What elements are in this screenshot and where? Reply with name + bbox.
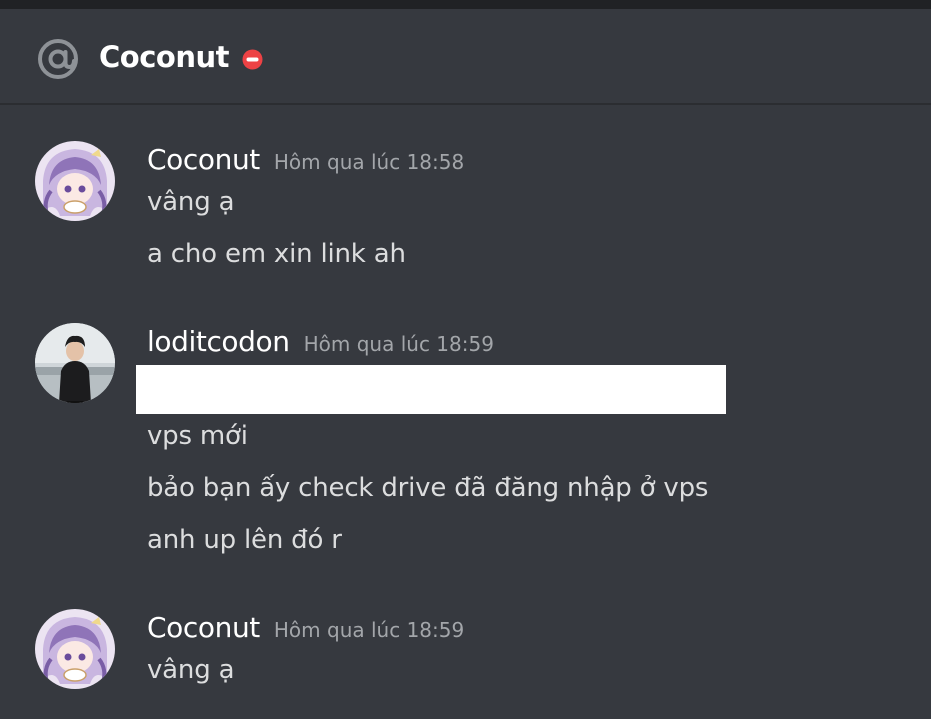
message-timestamp: Hôm qua lúc 18:59 (273, 618, 465, 642)
channel-header: Coconut (0, 9, 931, 105)
message-author[interactable]: Coconut Hôm qua lúc 18:59 (147, 611, 464, 644)
message-content: bảo bạn ấy check drive đã đăng nhập ở vp… (147, 473, 709, 503)
author-name[interactable]: loditcodon (147, 325, 290, 358)
message-author[interactable]: Coconut Hôm qua lúc 18:58 (147, 143, 464, 176)
author-name[interactable]: Coconut (147, 143, 260, 176)
message-timestamp: Hôm qua lúc 18:58 (273, 150, 465, 174)
avatar[interactable] (35, 323, 115, 403)
channel-title[interactable]: Coconut (99, 40, 229, 74)
message-content: vâng ạ (147, 655, 235, 685)
author-name[interactable]: Coconut (147, 611, 260, 644)
message-author[interactable]: loditcodon Hôm qua lúc 18:59 (147, 325, 494, 358)
message-content: a cho em xin link ah (147, 239, 406, 269)
message-content: vps mới (147, 421, 248, 451)
message-content: anh up lên đó r (147, 525, 342, 555)
message-content: vâng ạ (147, 187, 235, 217)
dnd-status-icon (242, 49, 263, 70)
window-top-strip (0, 0, 931, 9)
redacted-content-block (136, 365, 726, 414)
avatar[interactable] (35, 609, 115, 689)
message-timestamp: Hôm qua lúc 18:59 (303, 332, 494, 356)
at-sign-icon (38, 39, 78, 79)
avatar[interactable] (35, 141, 115, 221)
